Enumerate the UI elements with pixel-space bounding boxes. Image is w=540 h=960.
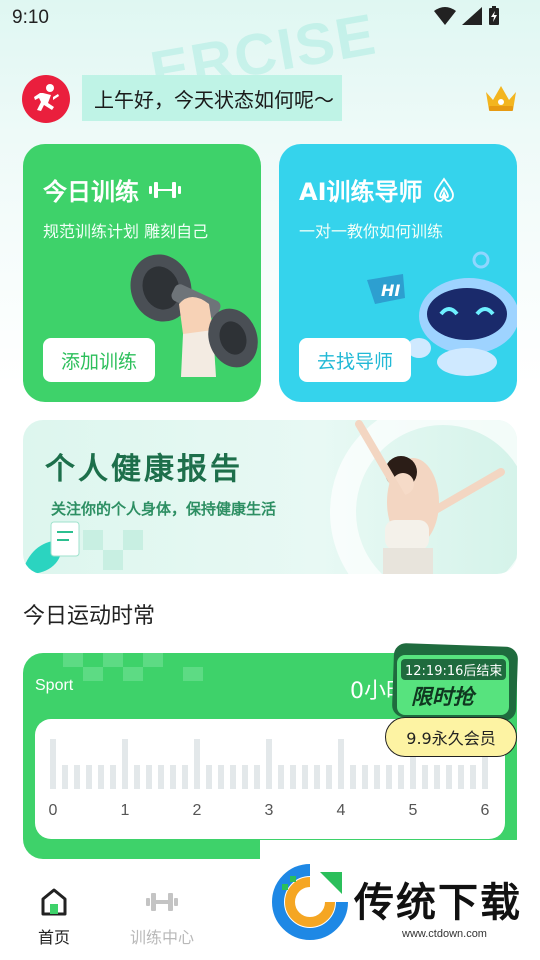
timeline-tick-label: 3 [265,802,274,819]
health-report-banner[interactable]: 个人健康报告 关注你的个人身体，保持健康生活 [23,420,517,574]
sport-label: Sport [35,677,74,694]
timeline-minor-tick [362,765,368,789]
timeline-minor-tick [470,765,476,789]
watermark-url: www.ctdown.com [402,928,487,940]
timeline-minor-tick [134,765,140,789]
timeline-minor-tick [434,765,440,789]
timeline-tick-label: 4 [337,802,346,819]
promo-headline: 限时抢 [411,685,474,709]
today-training-title-row: 今日训练 [43,172,183,207]
timeline-minor-tick [206,765,212,789]
add-training-button[interactable]: 添加训练 [43,338,156,382]
timeline-minor-tick [62,765,68,789]
timeline-minor-tick [458,765,464,789]
ai-coach-card[interactable]: AI训练导师 一对一教你如何训练 HI 去找导师 [279,144,517,402]
watermark-name: 传统下载 [354,880,522,926]
timeline-minor-tick [146,765,152,789]
timeline-minor-tick [98,765,104,789]
ai-coach-title: AI训练导师 [299,178,423,206]
timeline-major-tick [266,739,272,789]
timeline-minor-tick [182,765,188,789]
watermark: 传统下载 www.ctdown.com [260,840,540,960]
today-training-title: 今日训练 [43,178,139,206]
crown-icon[interactable] [483,80,519,116]
timeline-major-tick [122,739,128,789]
timeline-minor-tick [422,765,428,789]
timeline-major-tick [50,739,56,789]
timeline-minor-tick [446,765,452,789]
timeline-minor-tick [290,765,296,789]
section-title: 今日运动时常 [23,604,156,629]
tab-training-center-label: 训练中心 [129,928,194,947]
timeline-minor-tick [170,765,176,789]
battery-icon [489,6,499,25]
timeline-minor-tick [398,765,404,789]
home-icon [41,888,67,916]
find-coach-button[interactable]: 去找导师 [299,338,412,382]
timeline-tick-label: 2 [193,802,202,819]
health-report-subtitle: 关注你的个人身体，保持健康生活 [51,500,277,518]
status-time: 9:10 [12,7,49,28]
timeline-tick-label: 1 [121,802,130,819]
promo-countdown: 12:19:16后结束 [401,659,507,680]
timeline-tick-label: 6 [481,802,490,819]
tab-training-center[interactable]: 训练中心 [117,886,207,948]
timeline-major-tick [338,739,344,789]
running-man-icon [34,84,59,111]
timeline-tick-label: 5 [409,802,418,819]
timeline-minor-tick [110,765,116,789]
dumbbell-icon [149,181,181,198]
timeline-minor-tick [158,765,164,789]
limited-offer-promo[interactable]: 12:19:16后结束 限时抢 9.9永久会员 [385,642,519,761]
hi-bubble-text: HI [381,281,400,300]
timeline-minor-tick [74,765,80,789]
today-training-subtitle: 规范训练计划 雕刻自己 [43,222,209,241]
timeline-minor-tick [374,765,380,789]
timeline-minor-tick [278,765,284,789]
timeline-minor-tick [86,765,92,789]
timeline-minor-tick [254,765,260,789]
lifetime-vip-button[interactable]: 9.9永久会员 [385,717,517,757]
avatar[interactable] [22,75,70,123]
tab-home[interactable]: 首页 [9,886,99,948]
timeline-minor-tick [218,765,224,789]
today-training-card[interactable]: 今日训练 规范训练计划 雕刻自己 添加训练 [23,144,261,402]
ai-logo-icon [433,176,454,202]
timeline-minor-tick [302,765,308,789]
ai-coach-subtitle: 一对一教你如何训练 [299,222,444,241]
watermark-logo [272,864,348,940]
health-report-title: 个人健康报告 [45,452,243,487]
ai-coach-title-row: AI训练导师 [299,172,457,207]
timeline-minor-tick [350,765,356,789]
tab-home-label: 首页 [37,928,70,947]
timeline-minor-tick [386,765,392,789]
dumbbell-icon [146,893,178,911]
timeline-minor-tick [326,765,332,789]
greeting-text: 上午好，今天状态如何呢～ [82,75,342,121]
timeline-minor-tick [230,765,236,789]
timeline-major-tick [194,739,200,789]
timeline-tick-label: 0 [49,802,58,819]
timeline-minor-tick [242,765,248,789]
timeline-minor-tick [314,765,320,789]
